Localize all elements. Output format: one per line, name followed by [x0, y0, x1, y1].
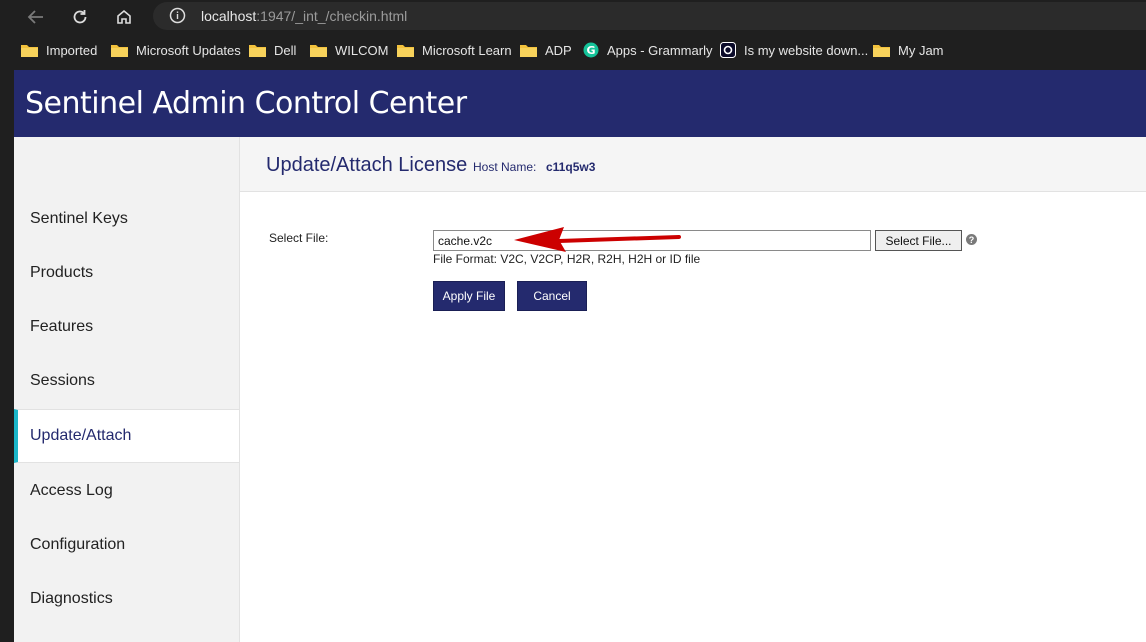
folder-icon [111, 43, 128, 57]
url-path: :1947/_int_/checkin.html [256, 8, 408, 24]
reload-icon [73, 10, 87, 24]
bookmark-label: Dell [274, 42, 297, 58]
sidebar-nav: Sentinel Keys Products Features Sessions… [14, 137, 239, 642]
url-text: localhost:1947/_int_/checkin.html [201, 8, 407, 24]
address-bar[interactable]: localhost:1947/_int_/checkin.html [153, 2, 1146, 30]
bookmark-label: Apps - Grammarly [607, 42, 713, 58]
bookmark-label: WILCOM [335, 42, 389, 58]
folder-icon [249, 43, 266, 57]
sidebar-item-configuration[interactable]: Configuration [14, 518, 239, 572]
bookmark-label: Microsoft Updates [136, 42, 241, 58]
back-arrow-icon [27, 10, 43, 24]
svg-text:G: G [586, 44, 595, 57]
folder-icon [21, 43, 38, 57]
bookmark-microsoft-learn[interactable]: Microsoft Learn [397, 41, 512, 59]
host-name-label: Host Name: [473, 160, 537, 174]
bookmark-wilcom[interactable]: WILCOM [310, 41, 388, 59]
sidebar-item-label: Features [30, 318, 94, 335]
reload-button[interactable] [67, 5, 93, 29]
home-button[interactable] [111, 5, 137, 29]
bookmark-label: Microsoft Learn [422, 42, 512, 58]
sidebar-item-products[interactable]: Products [14, 246, 239, 300]
back-button[interactable] [23, 5, 49, 29]
sidebar-item-label: Diagnostics [30, 590, 113, 607]
site-info-icon[interactable] [169, 7, 186, 29]
cancel-button[interactable]: Cancel [517, 281, 587, 311]
website-status-icon [720, 42, 736, 58]
sidebar-item-label: Sentinel Keys [30, 210, 128, 227]
sidebar-item-label: Access Log [30, 482, 113, 499]
sidebar-item-update-attach[interactable]: Update/Attach [14, 409, 239, 463]
sidebar-item-access-log[interactable]: Access Log [14, 464, 239, 518]
app-title: Sentinel Admin Control Center [25, 86, 467, 121]
red-arrow-annotation [514, 227, 681, 252]
bookmark-dell[interactable]: Dell [249, 41, 296, 59]
bookmark-adp[interactable]: ADP [520, 41, 572, 59]
host-name-value: c11q5w3 [546, 160, 596, 174]
grammarly-icon: G [583, 42, 599, 58]
app-title-main: Admin Control Center [152, 86, 467, 121]
sidebar-item-diagnostics[interactable]: Diagnostics [14, 572, 239, 626]
sidebar-item-features[interactable]: Features [14, 300, 239, 354]
bookmark-label: My Jam [898, 42, 944, 58]
bookmark-label: Is my website down... [744, 42, 869, 58]
page: Sentinel Admin Control Center Sentinel K… [14, 70, 1146, 642]
folder-icon [397, 43, 414, 57]
app-title-brand: Sentinel [25, 86, 153, 121]
url-host: localhost [201, 8, 257, 24]
folder-icon [520, 43, 537, 57]
bookmark-label: ADP [545, 42, 572, 58]
sidebar-item-sessions[interactable]: Sessions [14, 354, 239, 408]
bookmark-my-jam[interactable]: My Jam [873, 41, 944, 59]
bookmark-website-down[interactable]: Is my website down... [720, 41, 868, 59]
help-icon[interactable]: ? [966, 234, 977, 245]
bookmark-microsoft-updates[interactable]: Microsoft Updates [111, 41, 241, 59]
sidebar-item-sentinel-keys[interactable]: Sentinel Keys [14, 192, 239, 246]
window-edge [0, 66, 14, 642]
bookmark-grammarly[interactable]: G Apps - Grammarly [583, 41, 712, 59]
bookmark-label: Imported [46, 42, 98, 58]
bookmarks-bar: Imported Microsoft Updates Dell WILCOM M… [0, 34, 1146, 66]
folder-icon [310, 43, 327, 57]
apply-file-button[interactable]: Apply File [433, 281, 505, 311]
sidebar-item-label: Products [30, 264, 94, 281]
file-format-hint: File Format: V2C, V2CP, H2R, R2H, H2H or… [433, 252, 701, 266]
home-icon [117, 9, 131, 24]
content-header: Update/Attach License Host Name: c11q5w3 [240, 137, 1146, 192]
bookmark-imported[interactable]: Imported [21, 41, 97, 59]
folder-icon [873, 43, 890, 57]
select-file-button[interactable]: Select File... [875, 230, 962, 251]
sidebar-item-label: Configuration [30, 536, 126, 553]
select-file-label: Select File: [269, 231, 329, 245]
sidebar-item-label: Sessions [30, 372, 95, 389]
sidebar-item-label: Update/Attach [30, 427, 132, 444]
sidebar-divider [239, 137, 240, 642]
browser-toolbar: localhost:1947/_int_/checkin.html [0, 0, 1146, 34]
page-title: Update/Attach License [266, 154, 468, 176]
app-header: Sentinel Admin Control Center [14, 70, 1146, 137]
